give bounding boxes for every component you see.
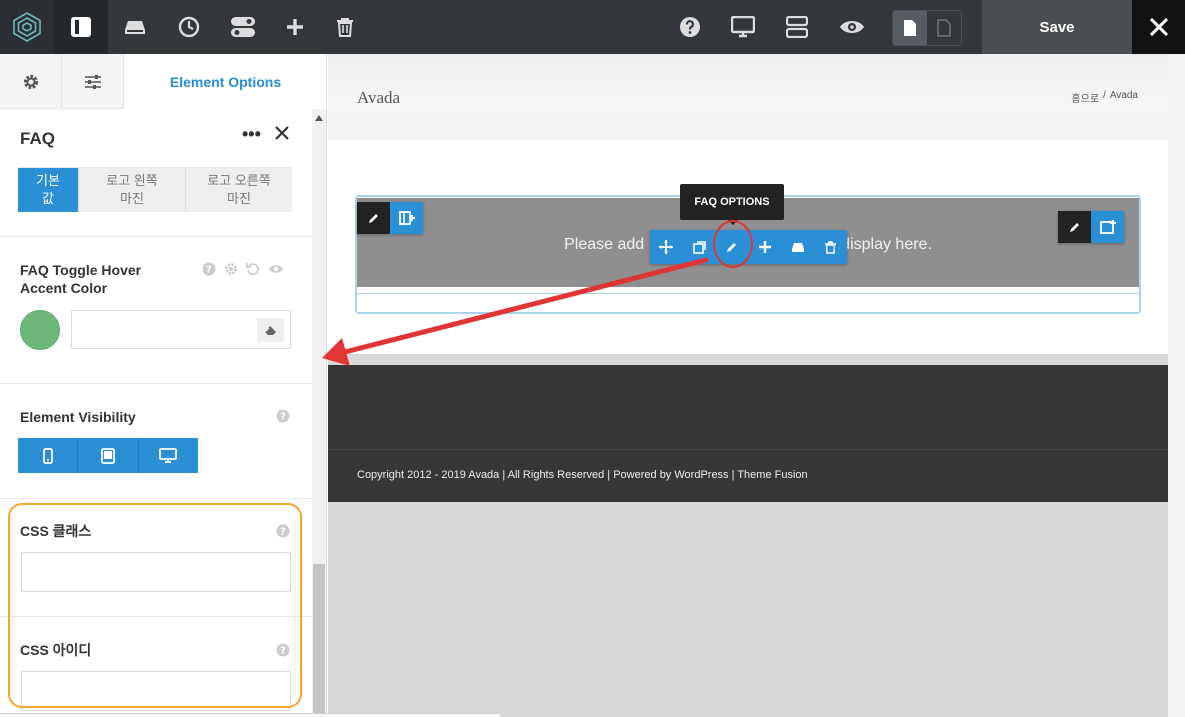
help-icon[interactable]: ? [202, 262, 216, 276]
help-icon[interactable]: ? [276, 409, 290, 423]
breadcrumb-home[interactable]: 홈으로 [1071, 90, 1099, 105]
edit-container-icon[interactable] [357, 202, 390, 234]
reset-icon[interactable] [246, 262, 260, 276]
more-options-icon[interactable]: ••• [242, 124, 261, 145]
hover-color-label: FAQ Toggle Hover Accent Color [20, 262, 142, 297]
highlight-annotation [8, 503, 302, 708]
scrollbar-thumb[interactable] [313, 564, 325, 717]
history-icon[interactable] [162, 0, 216, 54]
clone-icon[interactable] [683, 230, 716, 264]
page-icon[interactable] [893, 11, 927, 45]
footer-copyright: Copyright 2012 - 2019 Avada | All Rights… [357, 469, 808, 481]
edit-column-icon[interactable] [1058, 211, 1091, 243]
mobile-icon [42, 447, 53, 464]
placeholder-right: display here. [841, 236, 932, 253]
divider [0, 383, 312, 384]
sidebar-footer [0, 713, 500, 717]
delete-icon[interactable] [814, 230, 847, 264]
sliders-icon [84, 74, 101, 89]
breadcrumb: 홈으로 / Avada [1071, 90, 1138, 105]
add-element-icon[interactable] [1091, 211, 1124, 243]
column-controls [1058, 211, 1124, 243]
add-column-icon[interactable] [390, 202, 423, 234]
tab-settings[interactable] [0, 54, 62, 109]
element-options-sidebar: Element Options FAQ ••• 기본 값 로고 왼쪽 마진 로고… [0, 54, 327, 717]
panel-close-icon[interactable] [275, 126, 289, 140]
preview-eye-icon[interactable] [268, 262, 284, 276]
eraser-icon[interactable] [257, 318, 284, 342]
trash-icon[interactable] [318, 0, 372, 54]
faq-options-tooltip: FAQ OPTIONS [680, 184, 784, 225]
edit-highlight-circle [713, 220, 753, 268]
svg-text:?: ? [206, 265, 212, 276]
toggle-icon[interactable] [216, 0, 270, 54]
desktop-icon [159, 448, 178, 463]
svg-text:?: ? [280, 412, 286, 423]
preview-eye-icon[interactable] [825, 0, 879, 54]
hover-color-input[interactable] [71, 310, 291, 349]
site-brand[interactable]: Avada [357, 88, 400, 108]
visibility-label: Element Visibility [20, 409, 136, 425]
color-swatch[interactable] [20, 310, 60, 350]
close-icon[interactable] [1132, 0, 1185, 54]
panel-toggle-icon[interactable] [54, 0, 108, 54]
layout-icon[interactable] [770, 0, 824, 54]
breadcrumb-current: Avada [1109, 90, 1138, 101]
sidebar-tabs: Element Options [0, 54, 326, 109]
avada-logo-icon[interactable] [0, 0, 54, 54]
add-icon[interactable] [748, 230, 781, 264]
global-option-icon[interactable] [224, 262, 238, 276]
add-icon[interactable] [268, 0, 322, 54]
scroll-up-icon[interactable] [315, 115, 323, 121]
column-divider [357, 293, 1139, 294]
library-icon[interactable] [781, 230, 814, 264]
divider [0, 236, 312, 237]
mobile-visibility-toggle[interactable] [18, 438, 78, 473]
page-outline-icon[interactable] [927, 11, 961, 45]
sidebar-scrollbar[interactable] [312, 109, 326, 717]
page-mode-switch [892, 10, 962, 46]
margin-tab-default[interactable]: 기본 값 [18, 168, 78, 212]
option-actions: ? [202, 262, 284, 276]
divider [0, 498, 312, 499]
library-icon[interactable] [108, 0, 162, 54]
container-controls [357, 202, 423, 234]
visibility-toggles [18, 438, 198, 473]
site-header: Avada 홈으로 / Avada [328, 54, 1168, 140]
tab-sliders[interactable] [62, 54, 124, 109]
desktop-visibility-toggle[interactable] [138, 438, 198, 473]
panel-title: FAQ [20, 129, 55, 148]
save-button[interactable]: Save [982, 0, 1132, 54]
gear-icon [23, 74, 38, 89]
tablet-icon [101, 447, 115, 464]
desktop-icon[interactable] [716, 0, 770, 54]
margin-tab-logo-right[interactable]: 로고 오른쪽 마진 [185, 168, 292, 212]
tab-element-options[interactable]: Element Options [124, 54, 326, 109]
margin-tabs: 기본 값 로고 왼쪽 마진 로고 오른쪽 마진 [18, 167, 292, 212]
page-preview: Avada 홈으로 / Avada Please add display here… [328, 54, 1185, 717]
placeholder-left: Please add [564, 236, 645, 253]
builder-toolbar: Save [0, 0, 1185, 54]
site-footer: Copyright 2012 - 2019 Avada | All Rights… [328, 365, 1168, 502]
move-icon[interactable] [650, 230, 683, 264]
help-icon[interactable] [663, 0, 717, 54]
tablet-visibility-toggle[interactable] [78, 438, 138, 473]
margin-tab-logo-left[interactable]: 로고 왼쪽 마진 [78, 168, 185, 212]
breadcrumb-separator: / [1103, 90, 1106, 101]
footer-divider [328, 449, 1168, 450]
preview-scrollbar[interactable] [1168, 54, 1185, 717]
